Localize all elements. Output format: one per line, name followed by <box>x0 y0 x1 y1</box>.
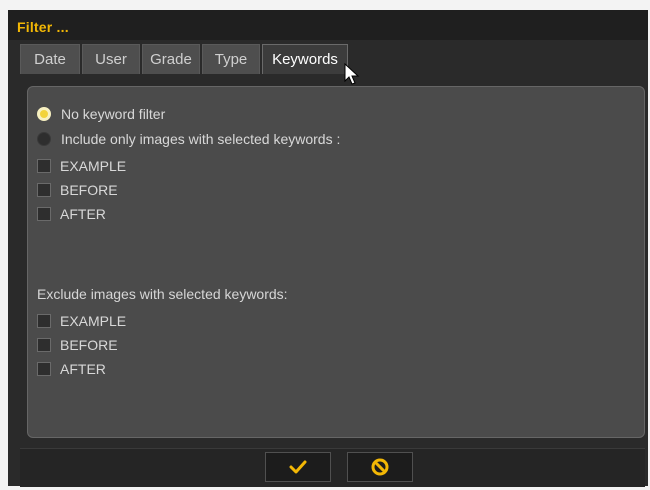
exclude-keyword-after[interactable]: AFTER <box>37 361 106 377</box>
checkbox-label: AFTER <box>60 361 106 377</box>
checkbox-label: EXAMPLE <box>60 313 127 329</box>
checkbox[interactable] <box>37 362 51 376</box>
cancel-icon <box>371 458 389 476</box>
radio-label: No keyword filter <box>61 106 166 122</box>
checkbox[interactable] <box>37 207 51 221</box>
checkbox[interactable] <box>37 159 51 173</box>
tab-bar: Date User Grade Type Keywords <box>20 44 348 74</box>
include-keyword-example[interactable]: EXAMPLE <box>37 158 126 174</box>
checkbox[interactable] <box>37 314 51 328</box>
exclude-keyword-before[interactable]: BEFORE <box>37 337 118 353</box>
exclude-section-label: Exclude images with selected keywords: <box>37 286 288 302</box>
dialog-title: Filter ... <box>17 19 69 35</box>
include-keyword-before[interactable]: BEFORE <box>37 182 118 198</box>
checkbox[interactable] <box>37 338 51 352</box>
tab-keywords[interactable]: Keywords <box>262 44 348 74</box>
checkbox-label: EXAMPLE <box>60 158 127 174</box>
exclude-keyword-example[interactable]: EXAMPLE <box>37 313 126 329</box>
ok-button[interactable] <box>265 452 331 482</box>
mouse-cursor-icon <box>344 63 360 85</box>
dialog-footer <box>20 448 645 487</box>
title-bar <box>8 10 648 40</box>
radio-button-selected[interactable] <box>37 107 51 121</box>
checkbox-label: BEFORE <box>60 182 118 198</box>
radio-no-keyword-filter[interactable]: No keyword filter <box>37 106 165 122</box>
tab-user[interactable]: User <box>82 44 140 74</box>
checkbox-label: AFTER <box>60 206 106 222</box>
radio-button[interactable] <box>37 132 51 146</box>
tab-date[interactable]: Date <box>20 44 80 74</box>
include-keyword-after[interactable]: AFTER <box>37 206 106 222</box>
checkbox[interactable] <box>37 183 51 197</box>
cancel-button[interactable] <box>347 452 413 482</box>
checkmark-icon <box>289 460 307 474</box>
tab-type[interactable]: Type <box>202 44 260 74</box>
checkbox-label: BEFORE <box>60 337 118 353</box>
radio-include-selected-keywords[interactable]: Include only images with selected keywor… <box>37 131 340 147</box>
tab-grade[interactable]: Grade <box>142 44 200 74</box>
radio-label: Include only images with selected keywor… <box>61 131 341 147</box>
